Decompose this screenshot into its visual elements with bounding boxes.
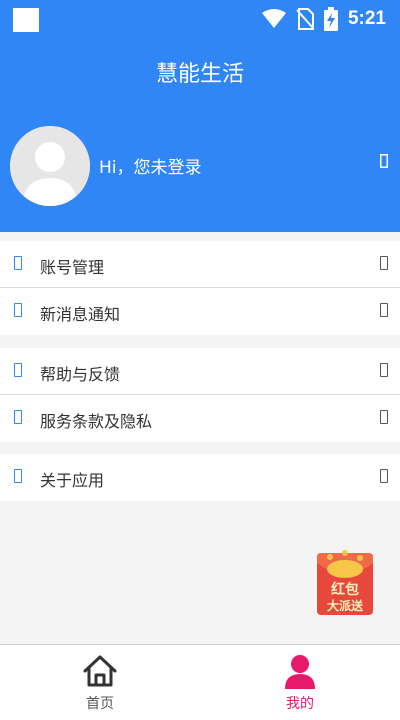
bottom-tab-bar: 首页 我的 bbox=[0, 644, 400, 720]
tab-home[interactable]: 首页 bbox=[0, 645, 200, 720]
menu-item-label: 关于应用 bbox=[40, 471, 105, 490]
menu-item-help-feedback[interactable]: 帮助与反馈 bbox=[0, 348, 400, 395]
info-icon bbox=[14, 469, 22, 483]
menu-item-label: 服务条款及隐私 bbox=[40, 412, 153, 431]
chevron-right-icon bbox=[380, 154, 388, 172]
promo-line2: 大派送 bbox=[327, 598, 364, 613]
page-title: 慧能生活 bbox=[155, 62, 244, 87]
status-icons: 5:21 bbox=[261, 7, 386, 31]
menu-item-label: 账号管理 bbox=[40, 258, 105, 277]
help-icon bbox=[14, 363, 22, 377]
menu-item-label: 新消息通知 bbox=[40, 305, 121, 324]
wifi-icon bbox=[261, 9, 286, 28]
menu-item-about[interactable]: 关于应用 bbox=[0, 454, 400, 501]
battery-charging-icon bbox=[323, 7, 338, 31]
notification-icon bbox=[13, 8, 39, 32]
no-sim-icon bbox=[296, 8, 314, 30]
profile-header: 慧能生活 Hi，您未登录 bbox=[0, 38, 400, 232]
menu-group-about: 关于应用 bbox=[0, 454, 400, 501]
chevron-right-icon bbox=[380, 363, 388, 377]
menu-group-support: 帮助与反馈 服务条款及隐私 bbox=[0, 348, 400, 442]
account-icon bbox=[14, 256, 22, 270]
red-packet-promo-button[interactable]: 红包 大派送 bbox=[316, 549, 374, 617]
default-avatar-icon bbox=[10, 126, 90, 206]
menu-item-label: 帮助与反馈 bbox=[40, 365, 121, 384]
clock: 5:21 bbox=[347, 8, 386, 29]
menu-item-account-management[interactable]: 账号管理 bbox=[0, 241, 400, 288]
login-prompt[interactable]: Hi，您未登录 bbox=[99, 153, 202, 178]
user-icon bbox=[285, 655, 315, 689]
chevron-right-icon bbox=[380, 303, 388, 317]
tab-label: 我的 bbox=[286, 696, 314, 712]
menu-item-notifications[interactable]: 新消息通知 bbox=[0, 288, 400, 335]
chevron-right-icon bbox=[380, 256, 388, 270]
login-entry[interactable]: Hi，您未登录 bbox=[0, 126, 400, 206]
red-packet-icon: 红包 大派送 bbox=[317, 550, 373, 615]
bell-icon bbox=[14, 303, 22, 317]
tab-label: 首页 bbox=[86, 696, 114, 712]
avatar[interactable] bbox=[10, 126, 90, 206]
chevron-right-icon bbox=[380, 469, 388, 483]
chevron-right-icon bbox=[380, 410, 388, 424]
promo-line1: 红包 bbox=[331, 581, 359, 598]
home-icon bbox=[83, 655, 117, 687]
tab-mine[interactable]: 我的 bbox=[200, 645, 400, 720]
menu-group-account: 账号管理 新消息通知 bbox=[0, 241, 400, 335]
document-icon bbox=[14, 410, 22, 424]
menu-item-terms-privacy[interactable]: 服务条款及隐私 bbox=[0, 395, 400, 442]
status-bar: 5:21 bbox=[0, 0, 400, 38]
